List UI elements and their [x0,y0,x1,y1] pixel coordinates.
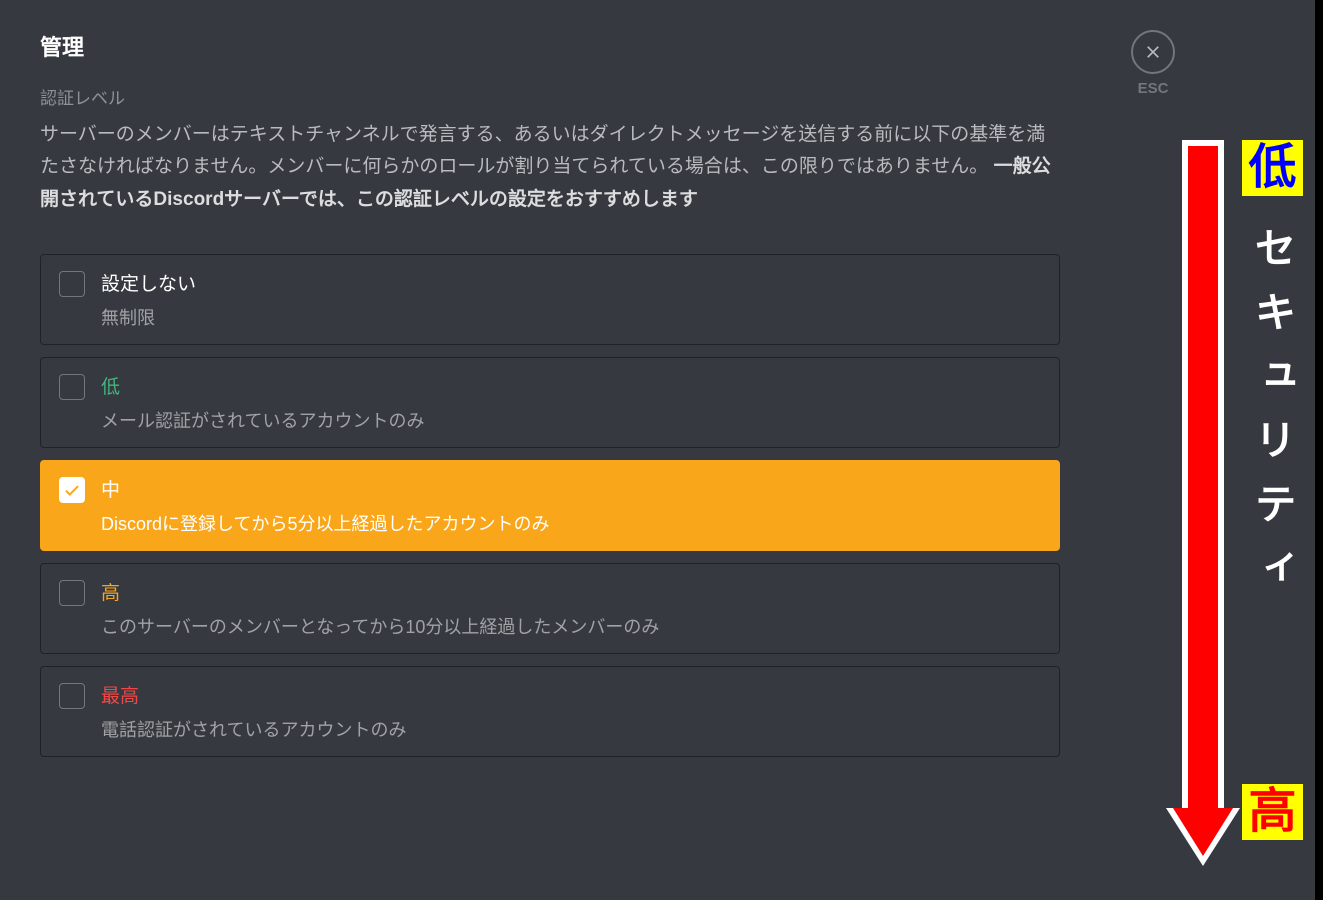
page-title: 管理 [40,30,1060,62]
option-desc-high: このサーバーのメンバーとなってから10分以上経過したメンバーのみ [101,613,1041,639]
checkbox-highest[interactable] [59,683,85,709]
annotation-overlay: 低 セキュリティ 高 [1176,140,1303,860]
option-desc-low: メール認証がされているアカウントのみ [101,407,1041,433]
annotation-vertical-text: セキュリティ [1242,226,1303,610]
close-button[interactable]: ESC [1131,30,1175,97]
checkbox-low[interactable] [59,374,85,400]
close-icon [1131,30,1175,74]
verification-option-high[interactable]: 高 このサーバーのメンバーとなってから10分以上経過したメンバーのみ [40,563,1060,654]
option-title-high: 高 [101,578,1041,605]
checkbox-medium[interactable] [59,477,85,503]
description-text: サーバーのメンバーはテキストチャンネルで発言する、あるいはダイレクトメッセージを… [40,124,1045,177]
annotation-badge-low: 低 [1242,140,1302,196]
verification-option-none[interactable]: 設定しない 無制限 [40,254,1060,345]
close-label: ESC [1138,80,1169,97]
option-title-low: 低 [101,372,1041,399]
checkbox-none[interactable] [59,271,85,297]
right-edge-bar [1315,0,1323,900]
option-title-highest: 最高 [101,681,1041,708]
verification-option-low[interactable]: 低 メール認証がされているアカウントのみ [40,357,1060,448]
option-title-medium: 中 [101,475,1041,502]
checkbox-high[interactable] [59,580,85,606]
arrow-icon [1176,140,1230,860]
verification-option-medium[interactable]: 中 Discordに登録してから5分以上経過したアカウントのみ [40,460,1060,551]
description: サーバーのメンバーはテキストチャンネルで発言する、あるいはダイレクトメッセージを… [40,119,1060,216]
annotation-labels: 低 セキュリティ 高 [1242,140,1303,840]
option-title-none: 設定しない [101,269,1041,296]
section-title: 認証レベル [40,84,1060,109]
verification-option-highest[interactable]: 最高 電話認証がされているアカウントのみ [40,666,1060,757]
option-desc-medium: Discordに登録してから5分以上経過したアカウントのみ [101,510,1041,536]
option-desc-none: 無制限 [101,304,1041,330]
annotation-badge-high: 高 [1242,784,1302,840]
option-desc-highest: 電話認証がされているアカウントのみ [101,716,1041,742]
